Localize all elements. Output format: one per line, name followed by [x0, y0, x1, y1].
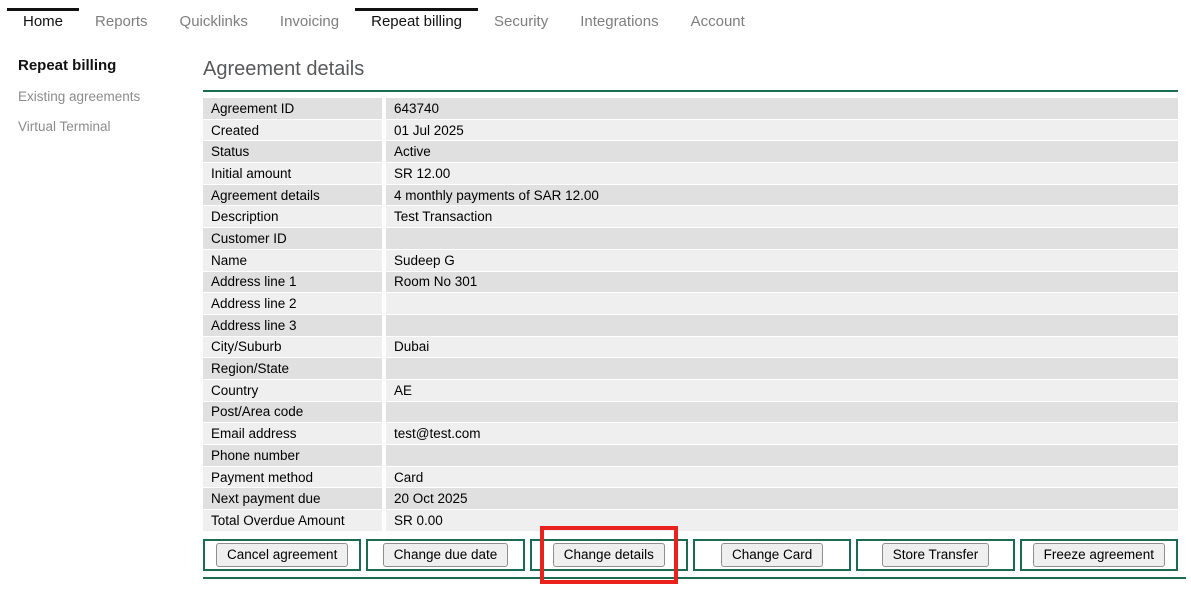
- agreement-details-table: Agreement ID 643740 Created 01 Jul 2025 …: [203, 98, 1178, 531]
- row-value: 643740: [386, 98, 1178, 119]
- row-value: SR 12.00: [386, 163, 1178, 184]
- action-cell: Store Transfer: [856, 538, 1015, 571]
- table-row: Email address test@test.com: [203, 423, 1178, 444]
- row-label: Total Overdue Amount: [203, 510, 382, 531]
- table-row: Post/Area code: [203, 401, 1178, 423]
- row-value: [386, 228, 1178, 249]
- row-label: Initial amount: [203, 163, 382, 184]
- table-row: Next payment due 20 Oct 2025: [203, 488, 1178, 510]
- row-label: Address line 3: [203, 314, 382, 336]
- table-row: Total Overdue Amount SR 0.00: [203, 510, 1178, 531]
- tab-invoicing[interactable]: Invoicing: [264, 8, 355, 33]
- store-transfer-button[interactable]: Store Transfer: [881, 542, 990, 567]
- table-row: Agreement ID 643740: [203, 98, 1178, 119]
- table-row: City/Suburb Dubai: [203, 336, 1178, 358]
- row-value: [386, 358, 1178, 379]
- row-value: [386, 401, 1178, 423]
- row-label: Payment method: [203, 466, 382, 488]
- freeze-agreement-button[interactable]: Freeze agreement: [1032, 542, 1165, 567]
- row-value: 01 Jul 2025: [386, 119, 1178, 141]
- row-label: Address line 1: [203, 271, 382, 293]
- row-label: Name: [203, 249, 382, 271]
- table-row: Status Active: [203, 141, 1178, 163]
- row-label: Agreement ID: [203, 98, 382, 119]
- tab-security[interactable]: Security: [478, 8, 564, 33]
- table-row: Address line 2: [203, 293, 1178, 314]
- top-tabbar: Home Reports Quicklinks Invoicing Repeat…: [0, 8, 1191, 33]
- row-label: Region/State: [203, 358, 382, 379]
- row-value: 4 monthly payments of SAR 12.00: [386, 184, 1178, 206]
- sidebar-item-existing-agreements[interactable]: Existing agreements: [18, 89, 203, 104]
- action-cell: Change due date: [366, 538, 525, 571]
- row-label: City/Suburb: [203, 336, 382, 358]
- tab-repeat-billing[interactable]: Repeat billing: [355, 8, 479, 33]
- divider: [203, 90, 1178, 92]
- table-row: Address line 3: [203, 314, 1178, 336]
- row-value: test@test.com: [386, 423, 1178, 444]
- row-value: [386, 445, 1178, 466]
- row-label: Post/Area code: [203, 401, 382, 423]
- table-row: Region/State: [203, 358, 1178, 379]
- row-label: Created: [203, 119, 382, 141]
- row-label: Description: [203, 206, 382, 228]
- table-row: Description Test Transaction: [203, 206, 1178, 228]
- row-value: SR 0.00: [386, 510, 1178, 531]
- action-cell: Cancel agreement: [203, 538, 362, 571]
- sidebar: Repeat billing Existing agreements Virtu…: [0, 33, 203, 579]
- row-value: AE: [386, 379, 1178, 401]
- page-title: Agreement details: [203, 58, 365, 80]
- divider: [203, 576, 1186, 579]
- table-row: Customer ID: [203, 228, 1178, 249]
- action-bar: Cancel agreement Change due date Change …: [203, 525, 1178, 584]
- table-row: Address line 1 Room No 301: [203, 271, 1178, 293]
- row-value: [386, 293, 1178, 314]
- tab-home[interactable]: Home: [7, 8, 80, 33]
- row-label: Agreement details: [203, 184, 382, 206]
- row-label: Country: [203, 379, 382, 401]
- tab-reports[interactable]: Reports: [79, 8, 164, 33]
- change-details-button[interactable]: Change details: [552, 542, 665, 567]
- row-value: Room No 301: [386, 271, 1178, 293]
- action-cell: Freeze agreement: [1019, 538, 1178, 571]
- table-row: Agreement details 4 monthly payments of …: [203, 184, 1178, 206]
- row-label: Status: [203, 141, 382, 163]
- row-label: Email address: [203, 423, 382, 444]
- row-label: Phone number: [203, 445, 382, 466]
- tab-integrations[interactable]: Integrations: [564, 8, 674, 33]
- tab-quicklinks[interactable]: Quicklinks: [164, 8, 264, 33]
- row-value: Card: [386, 466, 1178, 488]
- row-value: 20 Oct 2025: [386, 488, 1178, 510]
- change-due-date-button[interactable]: Change due date: [382, 542, 509, 567]
- action-cell: Change details: [529, 525, 688, 584]
- change-card-button[interactable]: Change Card: [720, 542, 824, 567]
- row-value: Sudeep G: [386, 249, 1178, 271]
- table-row: Created 01 Jul 2025: [203, 119, 1178, 141]
- row-label: Customer ID: [203, 228, 382, 249]
- table-row: Payment method Card: [203, 466, 1178, 488]
- row-label: Next payment due: [203, 488, 382, 510]
- table-row: Initial amount SR 12.00: [203, 163, 1178, 184]
- row-label: Address line 2: [203, 293, 382, 314]
- sidebar-title: Repeat billing: [18, 57, 117, 74]
- row-value: Dubai: [386, 336, 1178, 358]
- table-row: Country AE: [203, 379, 1178, 401]
- table-row: Name Sudeep G: [203, 249, 1178, 271]
- cancel-agreement-button[interactable]: Cancel agreement: [216, 542, 349, 567]
- row-value: Test Transaction: [386, 206, 1178, 228]
- main-content: Agreement details Agreement ID 643740 Cr…: [203, 33, 1186, 584]
- row-value: Active: [386, 141, 1178, 163]
- tab-account[interactable]: Account: [675, 8, 761, 33]
- action-cell: Change Card: [692, 538, 852, 571]
- table-row: Phone number: [203, 445, 1178, 466]
- row-value: [386, 314, 1178, 336]
- sidebar-item-virtual-terminal[interactable]: Virtual Terminal: [18, 119, 203, 134]
